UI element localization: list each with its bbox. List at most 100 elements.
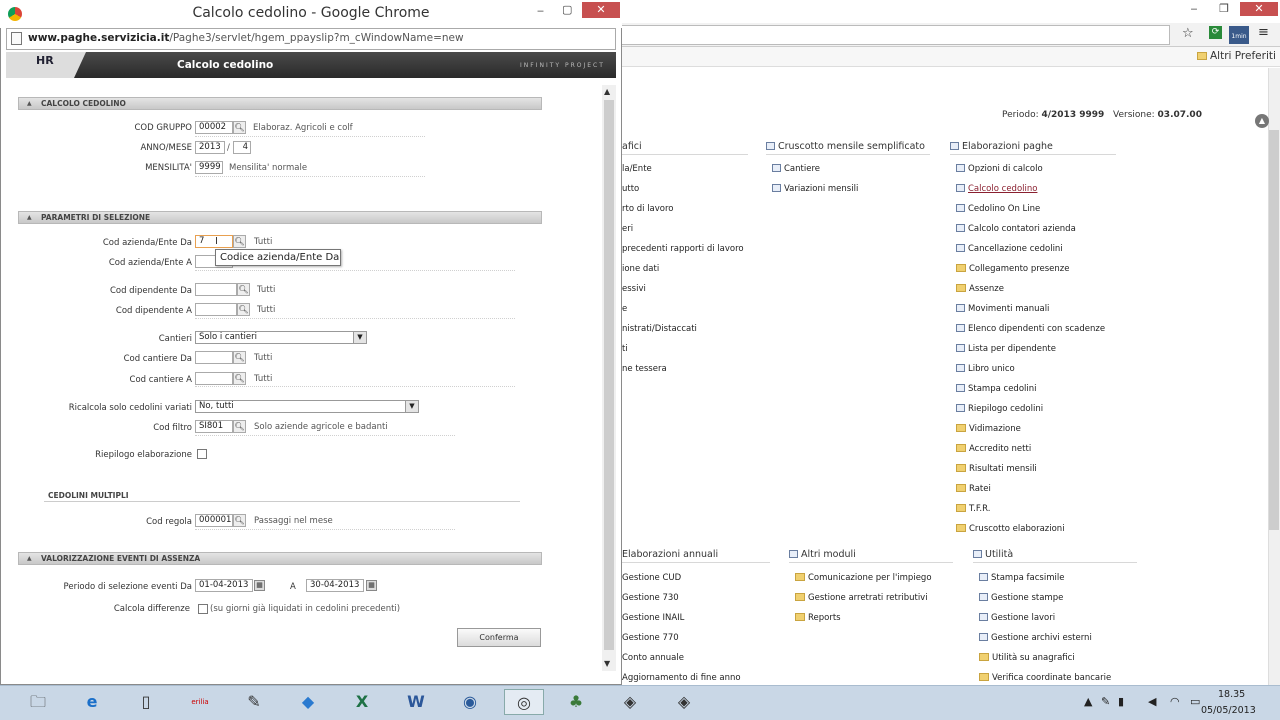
menu-item[interactable]: ne tessera — [622, 364, 744, 384]
cod-gruppo-field[interactable]: 00002 — [195, 121, 233, 134]
anno-field[interactable]: 2013 — [195, 141, 225, 154]
scroll-up-icon[interactable]: ▲ — [604, 87, 610, 96]
battery-icon[interactable]: ▭ — [1190, 695, 1200, 708]
menu-item[interactable]: Cruscotto elaborazioni — [956, 524, 1105, 544]
menu-item[interactable]: Gestione arretrati retributivi — [795, 593, 932, 613]
menu-item[interactable]: Utilità su anagrafici — [979, 653, 1111, 673]
chevron-down-icon[interactable]: ▼ — [353, 332, 366, 343]
tray-pen-icon[interactable]: ✎ — [1101, 695, 1110, 708]
menu-item[interactable]: Gestione INAIL — [622, 613, 741, 633]
paint-icon[interactable]: ✎ — [240, 689, 268, 715]
menu-item[interactable]: T.F.R. — [956, 504, 1105, 524]
menu-item[interactable]: Calcolo cedolino — [956, 184, 1105, 204]
document-icon[interactable]: ▯ — [132, 689, 160, 715]
background-scrollbar-thumb[interactable] — [1269, 130, 1279, 530]
menu-item[interactable]: ti — [622, 344, 744, 364]
dipendente-a-field[interactable] — [195, 303, 237, 316]
calcola-differenze-checkbox[interactable] — [198, 604, 208, 614]
chrome-taskbar-icon[interactable]: ◎ — [504, 689, 544, 715]
menu-item[interactable]: eri — [622, 224, 744, 244]
search-icon[interactable]: 🔍︎ — [233, 420, 246, 433]
menu-icon[interactable]: ≡ — [1258, 25, 1269, 40]
menu-item[interactable]: Riepilogo cedolini — [956, 404, 1105, 424]
section-parametri-selezione[interactable]: PARAMETRI DI SELEZIONE — [18, 211, 542, 224]
menu-item[interactable]: Vidimazione — [956, 424, 1105, 444]
menu-item[interactable]: Cantiere — [772, 164, 858, 184]
menu-item[interactable]: Accredito netti — [956, 444, 1105, 464]
search-icon[interactable]: 🔍︎ — [233, 121, 246, 134]
search-icon[interactable]: 🔍︎ — [237, 303, 250, 316]
dropbox-icon[interactable]: ◆ — [294, 689, 322, 715]
bookmark-altri-preferiti[interactable]: Altri Preferiti — [1197, 50, 1276, 62]
menu-item[interactable]: Comunicazione per l'impiego — [795, 573, 932, 593]
calendar-icon[interactable]: ▦ — [366, 580, 377, 591]
minimize-icon[interactable]: ‒ — [1184, 2, 1204, 16]
search-icon[interactable]: 🔍︎ — [233, 372, 246, 385]
mese-field[interactable]: 4 — [233, 141, 251, 154]
menu-item[interactable]: Conto annuale — [622, 653, 741, 673]
excel-icon[interactable]: X — [348, 689, 376, 715]
menu-item[interactable]: Gestione CUD — [622, 573, 741, 593]
popup-maximize-icon[interactable]: ▢ — [562, 3, 572, 16]
menu-item[interactable]: Risultati mensili — [956, 464, 1105, 484]
extension-icon[interactable]: ⟳ — [1209, 26, 1222, 39]
menu-item[interactable]: e — [622, 304, 744, 324]
menu-item[interactable]: utto — [622, 184, 744, 204]
chevron-down-icon[interactable]: ▼ — [405, 401, 418, 412]
erilia-app-icon[interactable]: erilia — [186, 689, 214, 715]
menu-item[interactable]: Elenco dipendenti con scadenze — [956, 324, 1105, 344]
menu-item[interactable]: Gestione 770 — [622, 633, 741, 653]
menu-item[interactable]: Assenze — [956, 284, 1105, 304]
menu-item[interactable]: ione dati — [622, 264, 744, 284]
menu-item[interactable]: Stampa cedolini — [956, 384, 1105, 404]
menu-item[interactable]: Gestione 730 — [622, 593, 741, 613]
mensilita-field[interactable]: 9999 — [195, 161, 223, 174]
search-icon[interactable]: 🔍︎ — [237, 283, 250, 296]
word-icon[interactable]: W — [402, 689, 430, 715]
popup-minimize-icon[interactable]: ‒ — [537, 4, 544, 17]
menu-item[interactable]: Collegamento presenze — [956, 264, 1105, 284]
internet-explorer-icon[interactable]: e — [78, 689, 106, 715]
filtro-field[interactable]: SI801 — [195, 420, 233, 433]
menu-item[interactable]: nistrati/Distaccati — [622, 324, 744, 344]
volume-icon[interactable]: ◀ — [1148, 695, 1156, 708]
menu-item[interactable]: Lista per dipendente — [956, 344, 1105, 364]
maximize-icon[interactable]: ❐ — [1214, 2, 1234, 16]
periodo-a-field[interactable]: 30-04-2013 — [306, 579, 364, 592]
menu-item[interactable]: Cedolino On Line — [956, 204, 1105, 224]
menu-item[interactable]: Gestione lavori — [979, 613, 1111, 633]
app-icon[interactable]: ♣ — [562, 689, 590, 715]
app-icon-2[interactable]: ◈ — [616, 689, 644, 715]
azienda-da-field[interactable]: 7 — [195, 235, 233, 248]
scroll-up-icon[interactable]: ▲ — [1255, 114, 1269, 128]
wifi-icon[interactable]: ◠ — [1170, 695, 1180, 708]
menu-item[interactable]: essivi — [622, 284, 744, 304]
popup-url[interactable]: www.paghe.servizicia.it/Paghe3/servlet/h… — [28, 32, 464, 44]
popup-close-icon[interactable]: ✕ — [582, 2, 620, 18]
clock-time[interactable]: 18.35 — [1218, 689, 1245, 700]
search-icon[interactable]: 🔍︎ — [233, 235, 246, 248]
menu-item[interactable]: la/Ente — [622, 164, 744, 184]
menu-item[interactable]: Movimenti manuali — [956, 304, 1105, 324]
search-icon[interactable]: 🔍︎ — [233, 514, 246, 527]
scroll-down-icon[interactable]: ▼ — [604, 659, 610, 668]
menu-item[interactable]: Reports — [795, 613, 932, 633]
star-icon[interactable]: ☆ — [1182, 26, 1194, 41]
tray-arrow-icon[interactable]: ▲ — [1084, 695, 1092, 708]
ricalcola-select[interactable]: No, tutti ▼ — [195, 400, 419, 413]
popup-scrollbar-thumb[interactable] — [604, 100, 614, 650]
menu-item[interactable]: precedenti rapporti di lavoro — [622, 244, 744, 264]
background-address-bar[interactable] — [622, 25, 1170, 45]
riepilogo-checkbox[interactable] — [197, 449, 207, 459]
menu-item[interactable]: rto di lavoro — [622, 204, 744, 224]
timer-extension-icon[interactable]: 1min — [1229, 26, 1249, 44]
menu-item[interactable]: Opzioni di calcolo — [956, 164, 1105, 184]
calendar-icon[interactable]: ▦ — [254, 580, 265, 591]
section-calcolo-cedolino[interactable]: CALCOLO CEDOLINO — [18, 97, 542, 110]
search-icon[interactable]: 🔍︎ — [233, 351, 246, 364]
section-eventi-assenza[interactable]: VALORIZZAZIONE EVENTI DI ASSENZA — [18, 552, 542, 565]
menu-item[interactable]: Libro unico — [956, 364, 1105, 384]
tray-network-icon[interactable]: ▮ — [1118, 695, 1124, 708]
menu-item[interactable]: Gestione archivi esterni — [979, 633, 1111, 653]
cantiere-a-field[interactable] — [195, 372, 233, 385]
